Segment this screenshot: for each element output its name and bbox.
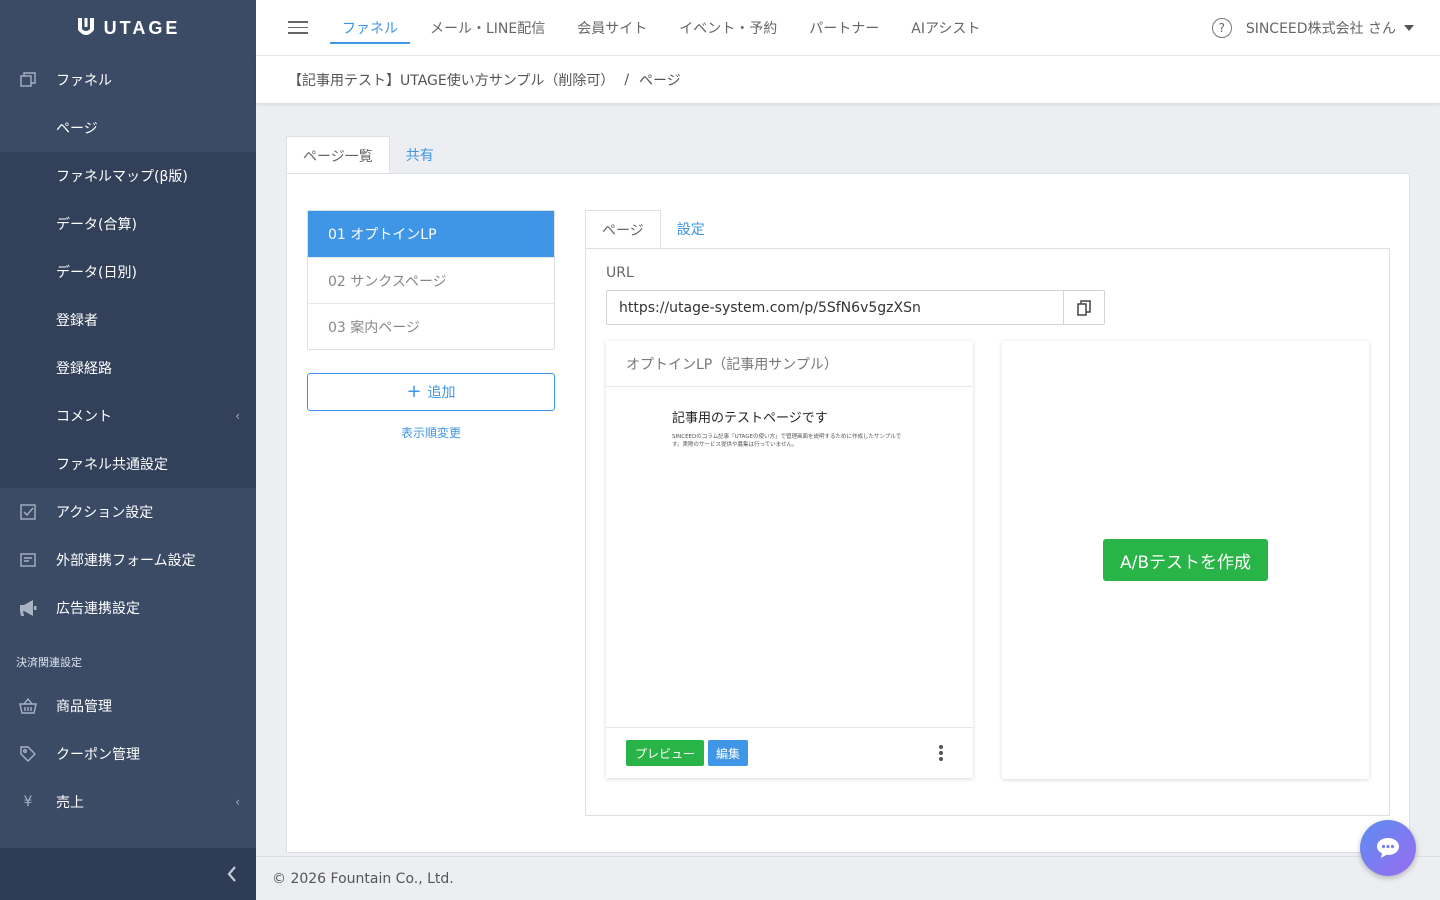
sidebar-item-label: クーポン管理 (56, 747, 140, 763)
chevron-left-icon: ‹ (235, 409, 240, 423)
brand-name: UTAGE (103, 17, 181, 38)
sidebar-item-label: アクション設定 (56, 505, 154, 521)
create-ab-test-button[interactable]: A/Bテストを作成 (1102, 539, 1269, 581)
add-page-button[interactable]: + 追加 (307, 373, 555, 411)
user-name: SINCEED株式会社 さん (1245, 20, 1396, 37)
copy-icon (1077, 299, 1091, 316)
copy-icon (18, 70, 38, 90)
sidebar-item-funnel-settings[interactable]: ファネル共通設定 (0, 440, 256, 488)
tab-partner[interactable]: パートナー (797, 0, 891, 56)
copy-url-button[interactable] (1063, 290, 1105, 325)
tab-share[interactable]: 共有 (390, 136, 450, 174)
breadcrumb: 【記事用テスト】UTAGE使い方サンプル（削除可） / ページ (256, 56, 1440, 103)
user-menu[interactable]: SINCEED株式会社 さん (1246, 18, 1414, 38)
hamburger-menu-icon[interactable] (288, 17, 308, 38)
sidebar-item-external-form[interactable]: 外部連携フォーム設定 (0, 536, 256, 584)
sidebar-item-label: ファネル共通設定 (56, 457, 168, 473)
page-list-panel: 01 オプトインLP 02 サンクスページ 03 案内ページ + 追加 表示順変… (286, 173, 1410, 853)
sidebar-item-registrants[interactable]: 登録者 (0, 296, 256, 344)
sidebar-item-products[interactable]: 商品管理 (0, 682, 256, 730)
tab-page[interactable]: ページ (585, 210, 661, 248)
tag-icon (18, 744, 38, 764)
edit-button[interactable]: 編集 (708, 740, 749, 766)
sidebar-item-sales[interactable]: ¥ 売上 ‹ (0, 778, 256, 826)
page-thumbnail[interactable]: 記事用のテストページです SINCEEDのコラム記事「UTAGEの使い方」で管理… (606, 387, 973, 728)
sidebar-item-label: 登録者 (56, 313, 98, 329)
chat-bubble-icon (1377, 838, 1399, 858)
breadcrumb-separator: / (624, 71, 630, 88)
page-card-title: オプトインLP（記事用サンプル） (606, 341, 973, 387)
sidebar-item-action-settings[interactable]: アクション設定 (0, 488, 256, 536)
sidebar-item-coupons[interactable]: クーポン管理 (0, 730, 256, 778)
caret-down-icon (1404, 24, 1414, 31)
sidebar-item-label: ファネル (56, 73, 112, 89)
sidebar-item-data-daily[interactable]: データ(日別) (0, 248, 256, 296)
tab-member-site[interactable]: 会員サイト (565, 0, 659, 56)
sidebar-item-ad-integration[interactable]: 広告連携設定 (0, 584, 256, 632)
sidebar-item-label: データ(日別) (56, 265, 137, 281)
breadcrumb-current: ページ (639, 72, 681, 89)
tab-settings[interactable]: 設定 (661, 210, 721, 248)
sidebar-item-label: コメント (56, 409, 112, 425)
tab-mail-line[interactable]: メール・LINE配信 (418, 0, 557, 56)
preview-heading: 記事用のテストページです (672, 411, 828, 426)
sidebar-item-label: ファネルマップ(β版) (56, 169, 188, 185)
sidebar-item-label: 登録経路 (56, 361, 112, 377)
main-tabs: ページ一覧 共有 (286, 136, 450, 174)
chevron-left-icon[interactable] (226, 865, 238, 883)
megaphone-icon (18, 598, 38, 618)
page-detail-panel: URL オプトインLP（記事用サンプル） 記事用のテストページです SINCEE… (585, 248, 1390, 816)
basket-icon (18, 696, 38, 716)
sidebar-section-payment: 決済関連設定 (16, 656, 82, 669)
url-label: URL (606, 265, 634, 281)
more-options-icon[interactable] (935, 741, 947, 765)
sidebar-item-funnel[interactable]: ファネル (0, 56, 256, 104)
page-list: 01 オプトインLP 02 サンクスページ 03 案内ページ (307, 210, 555, 350)
sidebar-item-pages[interactable]: ページ (0, 104, 256, 152)
sidebar-item-funnel-map[interactable]: ファネルマップ(β版) (0, 152, 256, 200)
sidebar-item-label: データ(合算) (56, 217, 137, 233)
chevron-left-icon: ‹ (235, 795, 240, 809)
preview-text: SINCEEDのコラム記事「UTAGEの使い方」で管理画面を説明するために作成し… (672, 434, 902, 448)
ab-test-card: A/Bテストを作成 (1002, 341, 1369, 779)
plus-icon: + (406, 381, 422, 402)
page-list-item[interactable]: 01 オプトインLP (308, 211, 554, 257)
tab-ai-assist[interactable]: AIアシスト (899, 0, 992, 56)
help-icon[interactable]: ? (1211, 17, 1232, 38)
top-header: ファネル メール・LINE配信 会員サイト イベント・予約 パートナー AIアシ… (256, 0, 1440, 56)
tab-funnel[interactable]: ファネル (330, 0, 410, 56)
page-list-item[interactable]: 03 案内ページ (308, 303, 554, 349)
sidebar-item-label: 売上 (56, 795, 84, 811)
url-field[interactable] (606, 290, 1064, 325)
sidebar-item-label: 商品管理 (56, 699, 112, 715)
yen-icon: ¥ (23, 794, 33, 810)
sidebar-item-label: ページ (56, 121, 98, 137)
sidebar-collapse-bar (0, 848, 256, 900)
page-list-item[interactable]: 02 サンクスページ (308, 257, 554, 303)
sidebar-item-data-total[interactable]: データ(合算) (0, 200, 256, 248)
chat-button[interactable] (1360, 820, 1416, 876)
form-icon (18, 550, 38, 570)
page-card-footer: プレビュー 編集 (606, 728, 973, 778)
utage-logo-icon (77, 18, 94, 35)
sidebar: UTAGE ファネル ページ ファネルマップ(β版) データ(合算) データ(日… (0, 0, 256, 900)
sidebar-item-label: 広告連携設定 (56, 601, 140, 617)
sidebar-item-comments[interactable]: コメント ‹ (0, 392, 256, 440)
copyright-footer: © 2026 Fountain Co., Ltd. (256, 856, 1440, 900)
sidebar-item-label: 外部連携フォーム設定 (56, 553, 196, 569)
sidebar-item-registration-route[interactable]: 登録経路 (0, 344, 256, 392)
tab-event-booking[interactable]: イベント・予約 (667, 0, 789, 56)
header-right: ? SINCEED株式会社 さん (1211, 17, 1414, 38)
preview-button[interactable]: プレビュー (626, 740, 705, 766)
breadcrumb-funnel[interactable]: 【記事用テスト】UTAGE使い方サンプル（削除可） (288, 70, 614, 90)
brand-logo[interactable]: UTAGE (0, 0, 256, 56)
page-card: オプトインLP（記事用サンプル） 記事用のテストページです SINCEEDのコラ… (606, 341, 973, 778)
page-detail-tabs: ページ 設定 (585, 210, 721, 248)
add-page-label: 追加 (427, 385, 456, 401)
reorder-link[interactable]: 表示順変更 (307, 424, 555, 441)
tab-page-list[interactable]: ページ一覧 (286, 136, 390, 174)
checkbox-icon (18, 502, 38, 522)
